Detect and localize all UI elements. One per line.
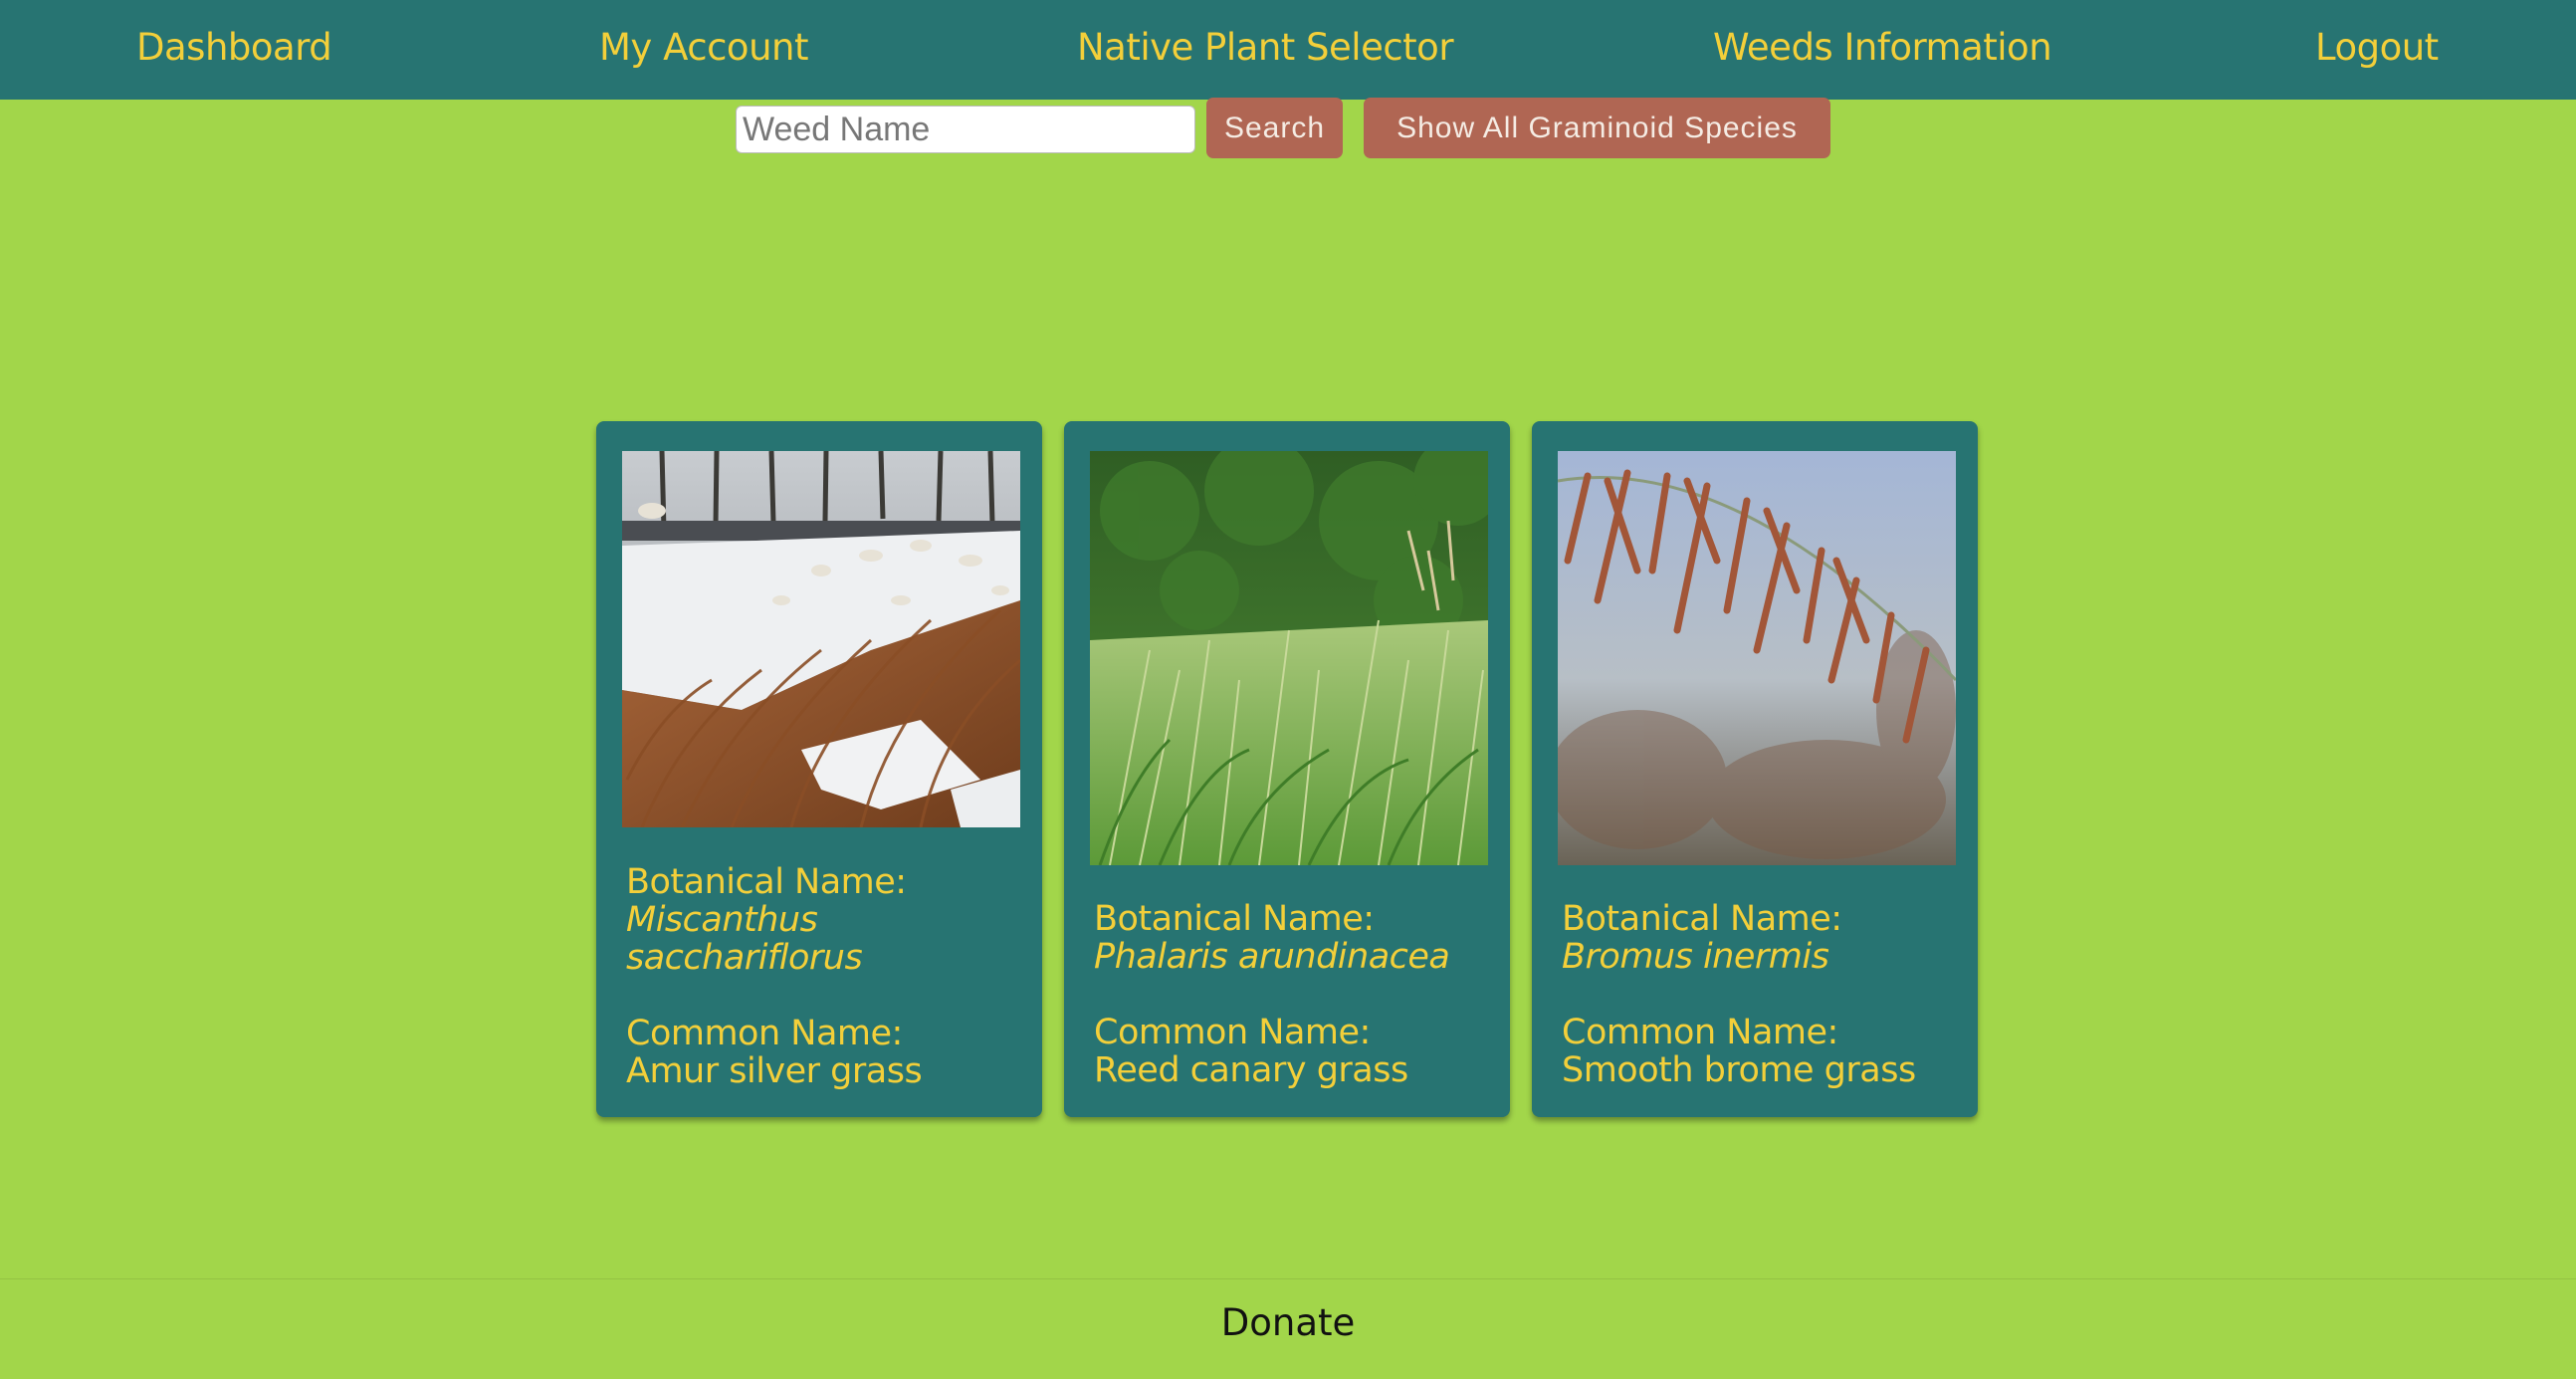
botanical-name-value: Miscanthus sacchariflorus [626,900,863,978]
common-name-value: Reed canary grass [1094,1050,1408,1090]
weed-name-search-input[interactable] [736,106,1195,153]
common-name-label: Common Name: [1562,1013,1838,1052]
top-nav: Dashboard My Account Native Plant Select… [0,0,2576,100]
nav-native-plant-selector[interactable]: Native Plant Selector [1077,0,1454,100]
footer: Donate [0,1278,2576,1379]
common-name-value: Amur silver grass [626,1051,923,1091]
botanical-name-label: Botanical Name: [1562,899,1842,939]
weed-photo-bromus [1558,451,1956,865]
weed-card-phalaris[interactable]: Botanical Name: Phalaris arundinacea Com… [1064,421,1510,1117]
weed-card-bromus[interactable]: Botanical Name: Bromus inermis Common Na… [1532,421,1978,1117]
weed-photo-miscanthus [622,451,1020,827]
common-name-label: Common Name: [626,1014,903,1053]
botanical-name-value: Bromus inermis [1562,937,1829,977]
show-all-graminoid-button[interactable]: Show All Graminoid Species [1364,98,1830,158]
common-name-value: Smooth brome grass [1562,1050,1916,1090]
weed-card-miscanthus[interactable]: Botanical Name: Miscanthus saccharifloru… [596,421,1042,1117]
botanical-name-value: Phalaris arundinacea [1094,937,1450,977]
nav-dashboard[interactable]: Dashboard [136,0,332,100]
nav-logout[interactable]: Logout [2315,0,2439,100]
botanical-name-label: Botanical Name: [626,862,907,902]
weed-photo-phalaris [1090,451,1488,865]
botanical-name-label: Botanical Name: [1094,899,1375,939]
nav-my-account[interactable]: My Account [599,0,808,100]
nav-weeds-information[interactable]: Weeds Information [1713,0,2052,100]
donate-link[interactable]: Donate [0,1301,2576,1344]
search-button[interactable]: Search [1206,98,1343,158]
common-name-label: Common Name: [1094,1013,1371,1052]
